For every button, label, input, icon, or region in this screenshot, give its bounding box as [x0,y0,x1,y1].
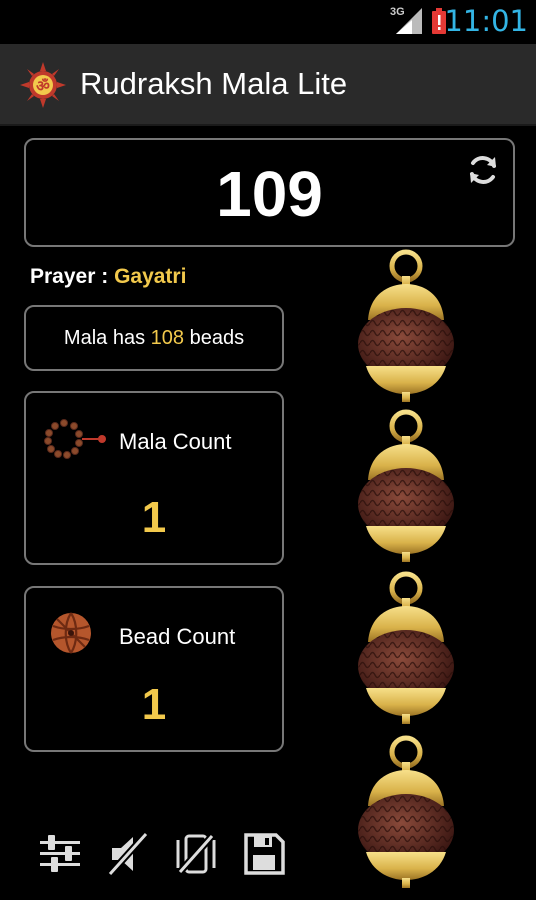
svg-text:ॐ: ॐ [36,77,50,95]
network-type-label: 3G [390,6,405,18]
bead-count-card: Bead Count 1 [24,586,284,752]
rudraksha-bead-4 [358,738,454,888]
mala-beads-suffix: beads [184,327,245,349]
signal-strength-icon: 3G [388,6,424,36]
save-button[interactable] [240,830,288,878]
prayer-label[interactable]: Prayer : Gayatri [30,265,186,289]
mala-beads-number: 108 [150,327,185,349]
sound-off-icon [107,831,149,877]
counter-display[interactable]: 109 [24,138,515,247]
mala-count-label: Mala Count [119,429,232,454]
clock-time: 11:01 [444,4,528,38]
bead-count-value: 1 [141,680,167,729]
settings-button[interactable] [36,830,84,878]
bead-count-label: Bead Count [119,624,236,649]
rudraksha-bead-1 [358,252,454,402]
prayer-label-prefix: Prayer : [30,265,115,288]
status-bar: 3G 11:01 [0,0,536,44]
sound-toggle-button[interactable] [104,830,152,878]
rudraksha-bead-icon [48,610,94,656]
mala-count-value: 1 [141,493,167,542]
om-logo-icon[interactable]: ॐ [20,62,66,108]
save-icon [244,833,285,875]
counter-value: 109 [216,158,323,230]
refresh-icon[interactable] [465,152,501,188]
mala-count-card: Mala Count 1 [24,391,284,565]
vibrate-off-icon [176,833,216,875]
mala-bead-column[interactable] [350,248,470,900]
action-bar: ॐ Rudraksh Mala Lite [0,44,536,126]
settings-sliders-icon [40,835,80,872]
vibrate-toggle-button[interactable] [172,830,220,878]
mala-beads-prefix: Mala has [63,327,151,349]
rudraksha-bead-3 [358,574,454,724]
mala-string-icon [44,419,108,459]
app-title: Rudraksh Mala Lite [80,66,348,101]
rudraksha-bead-2 [358,412,454,562]
prayer-name[interactable]: Gayatri [114,265,186,288]
mala-beads-info[interactable]: Mala has 108 beads [24,305,284,371]
